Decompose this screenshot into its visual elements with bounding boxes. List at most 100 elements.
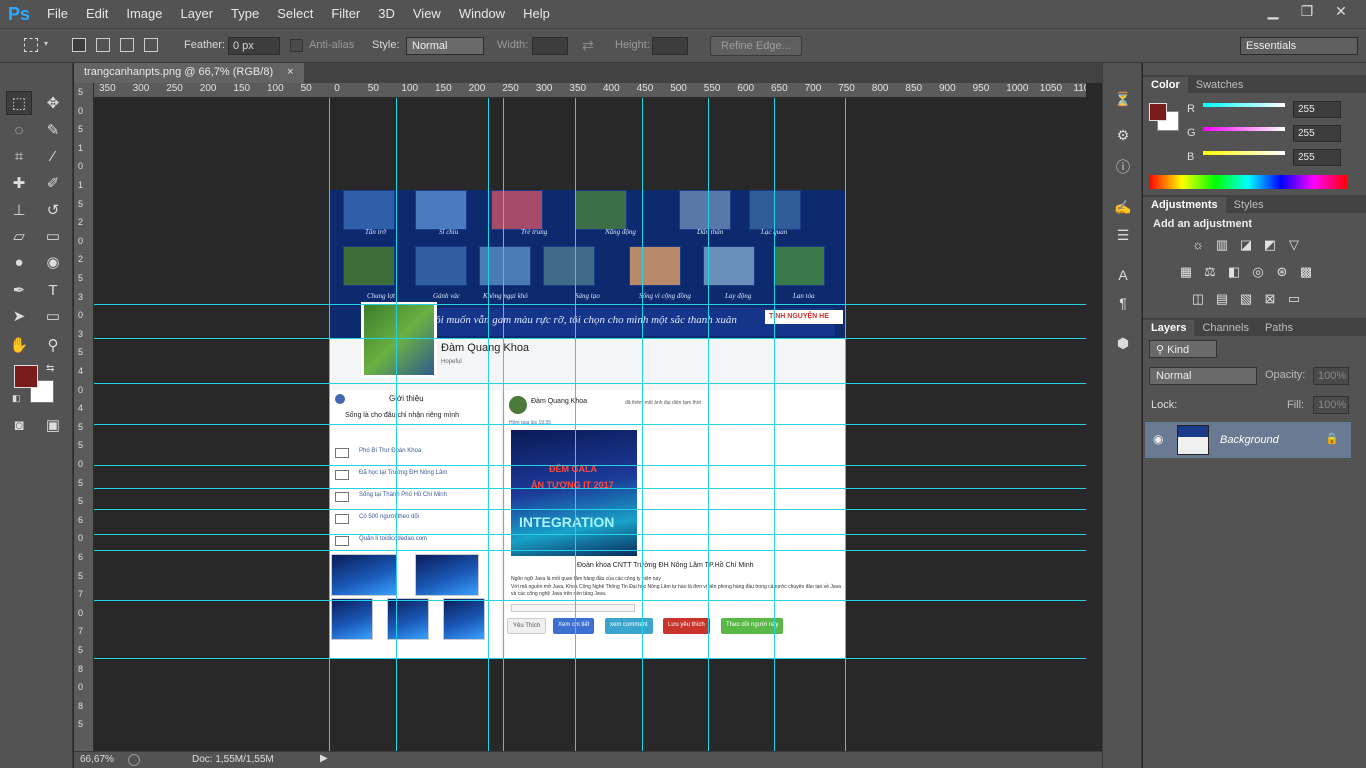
rect-marquee-tool-icon[interactable]: ⬚	[6, 91, 32, 115]
tab-layers[interactable]: Layers	[1143, 320, 1195, 336]
zoom-level[interactable]: 66,67%	[80, 754, 114, 765]
minimize-button[interactable]: ▁	[1256, 0, 1290, 22]
g-slider[interactable]	[1203, 127, 1285, 131]
preset-dropdown-icon[interactable]: ▾	[44, 39, 48, 48]
menu-type[interactable]: Type	[222, 0, 268, 28]
b-value[interactable]: 255	[1293, 149, 1341, 166]
brightness-icon[interactable]: ☼	[1189, 237, 1207, 253]
menu-help[interactable]: Help	[514, 0, 559, 28]
feather-input[interactable]: 0 px	[228, 37, 280, 55]
path-select-tool-icon[interactable]: ➤	[6, 304, 32, 328]
opacity-input[interactable]: 100%	[1313, 367, 1349, 385]
intersect-selection-icon[interactable]	[144, 38, 158, 52]
r-value[interactable]: 255	[1293, 101, 1341, 118]
style-select[interactable]: Normal	[406, 37, 484, 55]
clone-stamp-tool-icon[interactable]: ⊥	[6, 198, 32, 222]
screen-mode-icon[interactable]: ▣	[40, 413, 66, 437]
menu-file[interactable]: File	[38, 0, 77, 28]
channel-mixer-icon[interactable]: ⊛	[1273, 264, 1291, 280]
menu-filter[interactable]: Filter	[322, 0, 369, 28]
exposure-icon[interactable]: ◩	[1261, 237, 1279, 253]
height-input[interactable]	[652, 37, 688, 55]
history-icon[interactable]: ⏳	[1113, 91, 1133, 111]
blur-tool-icon[interactable]: ●	[6, 250, 32, 274]
color-lookup-icon[interactable]: ▩	[1297, 264, 1315, 280]
canvas-area[interactable]: Tân trở Sĩ chìu Trẻ trung Năng động Dấn …	[94, 98, 1086, 751]
invert-icon[interactable]: ◫	[1189, 291, 1207, 307]
view-detail-button[interactable]: Xem chi tiết	[553, 618, 595, 634]
save-favorite-button[interactable]: Lưu yêu thích	[663, 618, 710, 634]
paragraph-icon[interactable]: ¶	[1113, 295, 1133, 315]
subtract-selection-icon[interactable]	[120, 38, 134, 52]
layer-row-background[interactable]: ◉ Background 🔒	[1145, 422, 1351, 458]
hue-saturation-icon[interactable]: ▦	[1177, 264, 1195, 280]
color-spectrum[interactable]	[1149, 175, 1347, 189]
panel-foreground-swatch[interactable]	[1149, 103, 1167, 121]
dodge-tool-icon[interactable]: ◉	[40, 250, 66, 274]
comment-input[interactable]	[511, 604, 635, 612]
new-selection-icon[interactable]	[72, 38, 86, 52]
menu-image[interactable]: Image	[117, 0, 171, 28]
marquee-preset-icon[interactable]	[24, 38, 38, 52]
menu-edit[interactable]: Edit	[77, 0, 117, 28]
rectangle-tool-icon[interactable]: ▭	[40, 304, 66, 328]
tab-paths[interactable]: Paths	[1257, 320, 1301, 336]
swap-dimensions-icon[interactable]: ⇄	[582, 37, 594, 54]
like-button[interactable]: Yêu Thích	[507, 618, 547, 634]
layer-kind-filter[interactable]: ⚲ Kind	[1149, 340, 1217, 358]
menu-layer[interactable]: Layer	[172, 0, 223, 28]
healing-brush-tool-icon[interactable]: ✚	[6, 171, 32, 195]
document-tab[interactable]: trangcanhanpts.png @ 66,7% (RGB/8) ×	[74, 63, 304, 83]
default-colors-icon[interactable]: ◧	[12, 393, 21, 404]
move-tool-icon[interactable]: ✥	[40, 91, 66, 115]
antialias-checkbox[interactable]	[290, 39, 303, 52]
photo-filter-icon[interactable]: ◎	[1249, 264, 1267, 280]
tab-adjustments[interactable]: Adjustments	[1143, 197, 1226, 213]
brush-presets-icon[interactable]: ✍	[1113, 199, 1133, 219]
r-slider[interactable]	[1203, 103, 1285, 107]
menu-3d[interactable]: 3D	[369, 0, 404, 28]
history-brush-tool-icon[interactable]: ↺	[40, 198, 66, 222]
tab-styles[interactable]: Styles	[1226, 197, 1272, 213]
menu-select[interactable]: Select	[268, 0, 322, 28]
quick-select-tool-icon[interactable]: ✎	[40, 118, 66, 142]
status-menu-icon[interactable]	[128, 754, 140, 766]
eraser-tool-icon[interactable]: ▱	[6, 224, 32, 248]
fill-input[interactable]: 100%	[1313, 396, 1349, 414]
close-tab-icon[interactable]: ×	[287, 66, 293, 80]
crop-tool-icon[interactable]: ⌗	[6, 144, 32, 168]
workspace-select[interactable]: Essentials	[1240, 37, 1358, 55]
tab-channels[interactable]: Channels	[1194, 320, 1256, 336]
add-selection-icon[interactable]	[96, 38, 110, 52]
view-comment-button[interactable]: xem comment	[605, 618, 653, 634]
info-icon[interactable]: ⓘ	[1113, 157, 1133, 177]
3d-icon[interactable]: ⬢	[1113, 335, 1133, 355]
foreground-color-swatch[interactable]	[14, 365, 38, 388]
tab-swatches[interactable]: Swatches	[1188, 77, 1252, 93]
layer-blend-select[interactable]: Normal	[1149, 367, 1257, 385]
zoom-tool-icon[interactable]: ⚲	[40, 333, 66, 357]
selective-color-icon[interactable]: ⊠	[1261, 291, 1279, 307]
properties-icon[interactable]: ☰	[1113, 227, 1133, 247]
g-value[interactable]: 255	[1293, 125, 1341, 142]
vibrance-icon[interactable]: ▽	[1285, 237, 1303, 253]
brush-tool-icon[interactable]: ✐	[40, 171, 66, 195]
pen-tool-icon[interactable]: ✒	[6, 278, 32, 302]
swap-colors-icon[interactable]: ⇆	[46, 363, 54, 374]
status-arrow-icon[interactable]: ▶	[320, 753, 328, 764]
threshold-icon[interactable]: ▧	[1237, 291, 1255, 307]
tab-color[interactable]: Color	[1143, 77, 1188, 93]
hand-tool-icon[interactable]: ✋	[6, 333, 32, 357]
type-tool-icon[interactable]: T	[40, 278, 66, 302]
quick-mask-icon[interactable]: ◙	[6, 413, 32, 437]
visibility-eye-icon[interactable]: ◉	[1153, 432, 1163, 446]
color-balance-icon[interactable]: ⚖	[1201, 264, 1219, 280]
menu-window[interactable]: Window	[450, 0, 514, 28]
posterize-icon[interactable]: ▤	[1213, 291, 1231, 307]
restore-button[interactable]: ❐	[1290, 0, 1324, 22]
close-button[interactable]: ✕	[1324, 0, 1358, 22]
menu-view[interactable]: View	[404, 0, 450, 28]
gradient-map-icon[interactable]: ▭	[1285, 291, 1303, 307]
gradient-tool-icon[interactable]: ▭	[40, 224, 66, 248]
width-input[interactable]	[532, 37, 568, 55]
